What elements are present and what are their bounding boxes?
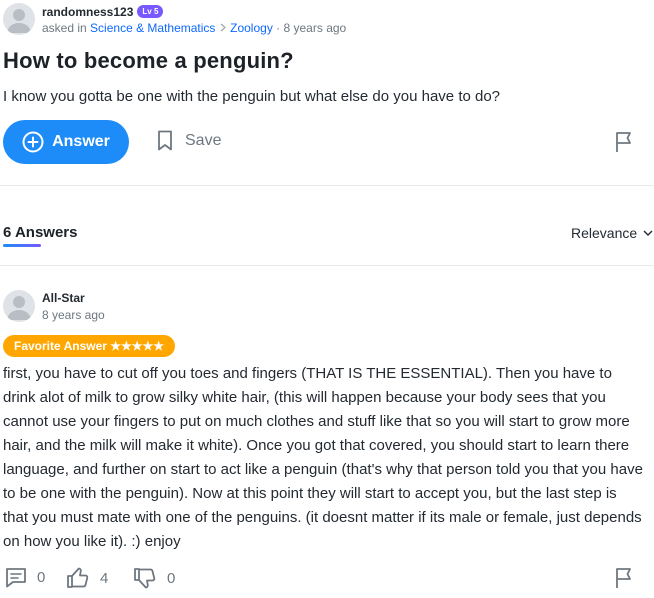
avatar-icon: [7, 296, 31, 320]
comment-count: 0: [37, 569, 46, 586]
answers-count: 6 Answers: [3, 224, 78, 241]
save-button[interactable]: Save: [157, 130, 221, 152]
thumbs-up-icon: [66, 567, 90, 589]
comment-icon: [5, 567, 27, 588]
thumbs-down-button[interactable]: 0: [133, 567, 175, 589]
thumbs-down-count: 0: [167, 569, 176, 587]
answer-author-avatar[interactable]: [3, 290, 35, 322]
level-badge: Lv 5: [137, 5, 164, 19]
answer-author-name[interactable]: All-Star: [42, 291, 85, 305]
question-time: · 8 years ago: [276, 21, 347, 35]
question-author-avatar[interactable]: [3, 3, 35, 35]
thumbs-down-icon: [133, 567, 157, 589]
section-divider: [0, 185, 654, 186]
chevron-down-icon: [643, 229, 653, 237]
question-title: How to become a penguin?: [3, 48, 294, 73]
breadcrumb-chevron-icon: [219, 21, 230, 35]
subcategory-link[interactable]: Zoology: [230, 21, 273, 35]
save-label: Save: [185, 132, 222, 149]
sort-label: Relevance: [571, 225, 638, 241]
asked-in-label: asked in: [42, 21, 87, 35]
report-question-button[interactable]: [614, 131, 636, 158]
flag-icon: [614, 567, 636, 589]
bookmark-icon: [157, 130, 173, 152]
answer-button[interactable]: Answer: [3, 120, 129, 164]
question-author-line: randomness123 Lv 5: [42, 3, 164, 21]
thumbs-up-button[interactable]: 4: [66, 567, 108, 589]
plus-circle-icon: [22, 131, 44, 153]
report-answer-button[interactable]: [614, 567, 636, 594]
thumbs-up-count: 4: [100, 569, 109, 587]
question-author-name[interactable]: randomness123: [42, 5, 133, 19]
favorite-answer-badge: Favorite Answer ★★★★★: [3, 335, 176, 357]
flag-icon: [614, 131, 636, 153]
question-meta: asked in Science & Mathematics Zoology ·…: [42, 21, 346, 35]
category-link[interactable]: Science & Mathematics: [90, 21, 215, 35]
answer-time: 8 years ago: [42, 308, 105, 322]
avatar-icon: [7, 9, 31, 33]
sort-dropdown[interactable]: Relevance: [571, 225, 653, 241]
answer-text: first, you have to cut off you toes and …: [3, 365, 643, 550]
question-body: I know you gotta be one with the penguin…: [3, 88, 501, 105]
answers-underline: [3, 244, 41, 247]
answers-divider: [0, 265, 654, 266]
answer-button-label: Answer: [52, 133, 110, 150]
comment-button[interactable]: 0: [5, 567, 45, 588]
